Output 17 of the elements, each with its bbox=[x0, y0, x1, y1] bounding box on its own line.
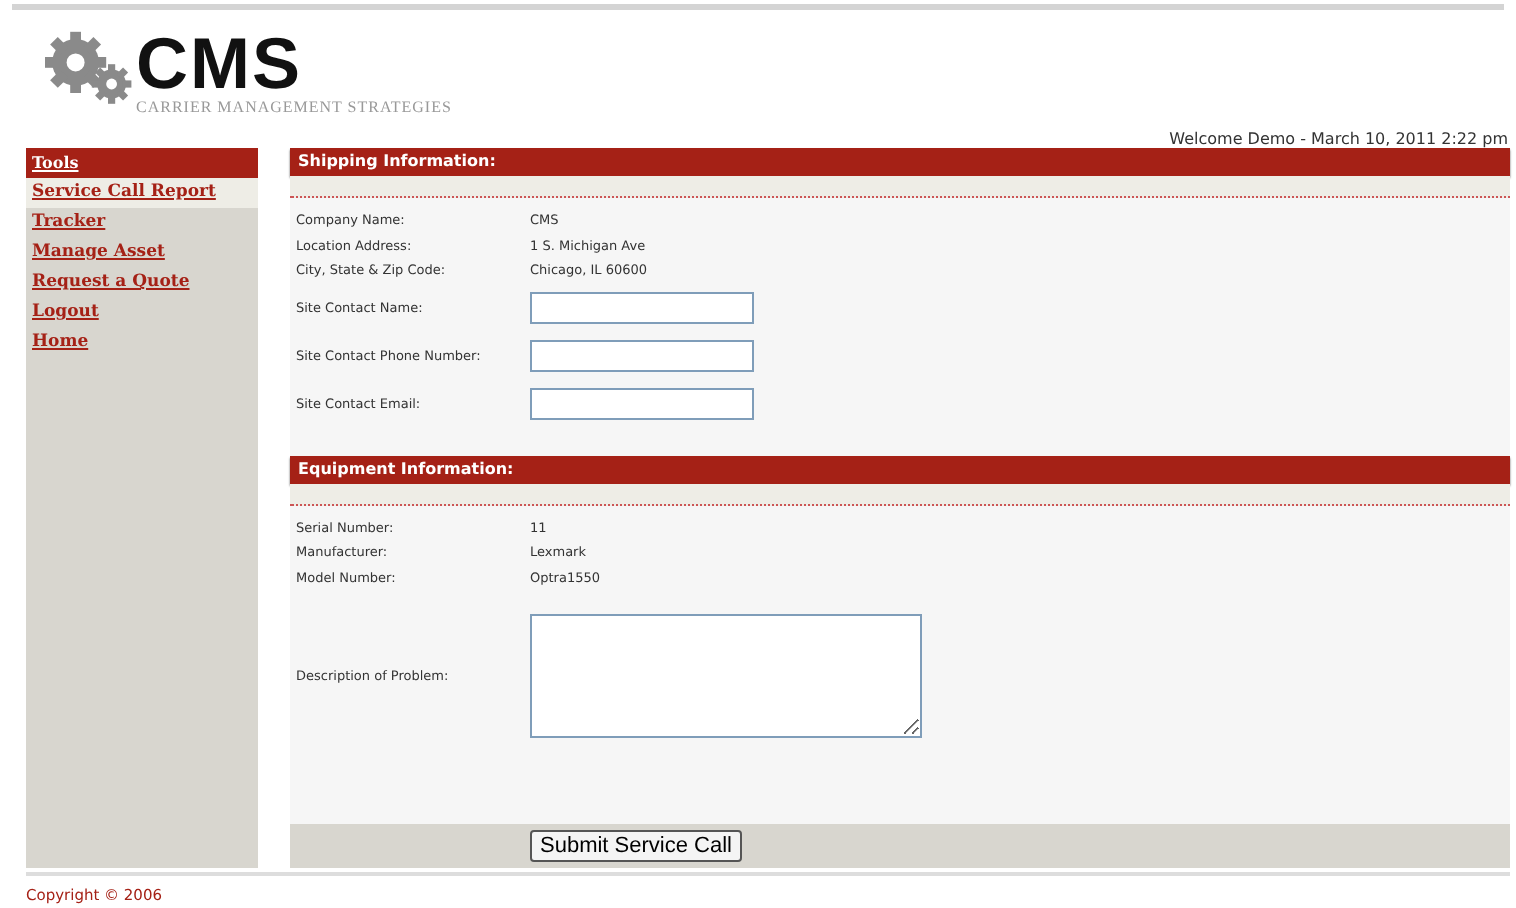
section-header: Equipment Information: bbox=[290, 455, 1510, 483]
sidebar-link[interactable]: Home bbox=[26, 328, 258, 358]
sidebar-link[interactable]: Logout bbox=[26, 298, 258, 328]
input-field[interactable] bbox=[530, 387, 754, 419]
submit-button[interactable]: Submit Service Call bbox=[530, 830, 742, 862]
logo-tagline: CARRIER MANAGEMENT STRATEGIES bbox=[136, 98, 452, 116]
section-header: Shipping Information: bbox=[290, 148, 1510, 176]
sidebar-link[interactable]: Service Call Report bbox=[26, 178, 258, 208]
logo-name: CMS bbox=[136, 34, 302, 94]
input-field[interactable] bbox=[530, 339, 754, 371]
welcome-text: Welcome Demo - March 10, 2011 2:22 pm bbox=[1169, 130, 1508, 148]
description-field[interactable] bbox=[530, 614, 922, 738]
sidebar-link[interactable]: Manage Asset bbox=[26, 238, 258, 268]
input-field[interactable] bbox=[530, 291, 754, 323]
sidebar-link[interactable]: Tracker bbox=[26, 208, 258, 238]
sidebar-heading-link[interactable]: Tools bbox=[26, 148, 258, 178]
sidebar-link[interactable]: Request a Quote bbox=[26, 268, 258, 298]
